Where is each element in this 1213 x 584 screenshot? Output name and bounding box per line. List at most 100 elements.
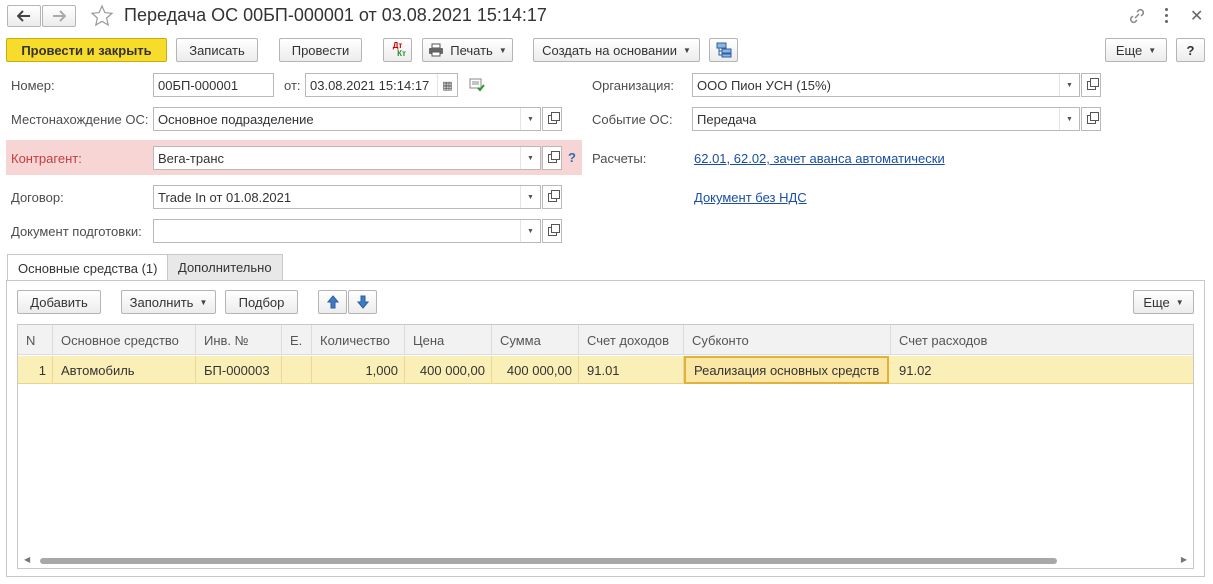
cell-unit[interactable]	[282, 356, 312, 384]
favorite-star-icon[interactable]	[90, 4, 114, 31]
counterparty-field[interactable]: Вега-транс ▼	[153, 146, 541, 170]
dropdown-arrow-icon[interactable]: ▼	[520, 186, 540, 208]
move-up-button[interactable]	[318, 290, 347, 314]
cell-qty[interactable]: 1,000	[312, 356, 405, 384]
dropdown-arrow-icon[interactable]: ▼	[1059, 74, 1079, 96]
arrow-down-icon	[356, 295, 369, 309]
dropdown-arrow-icon[interactable]: ▼	[520, 147, 540, 169]
tab-fixed-assets[interactable]: Основные средства (1)	[7, 254, 169, 281]
organization-open-button[interactable]	[1081, 73, 1101, 97]
vat-document-link[interactable]: Документ без НДС	[694, 190, 807, 205]
column-price[interactable]: Цена	[405, 325, 492, 355]
forward-button[interactable]	[42, 5, 76, 27]
document-check-icon[interactable]	[469, 78, 485, 95]
cell-inv[interactable]: БП-000003	[196, 356, 282, 384]
chevron-down-icon: ▼	[1175, 297, 1184, 307]
settlements-link[interactable]: 62.01, 62.02, зачет аванса автоматически	[694, 151, 945, 166]
select-button[interactable]: Подбор	[225, 290, 298, 314]
number-label: Номер:	[11, 78, 55, 93]
arrow-right-icon	[53, 10, 66, 22]
cell-income-account[interactable]: 91.01	[579, 356, 684, 384]
event-field[interactable]: Передача ▼	[692, 107, 1080, 131]
menu-dots-icon[interactable]	[1164, 6, 1170, 26]
open-icon	[547, 150, 560, 163]
arrow-up-icon	[326, 295, 339, 309]
number-field[interactable]: 00БП-000001	[153, 73, 274, 97]
open-icon	[547, 223, 560, 236]
chevron-down-icon: ▼	[498, 45, 507, 55]
column-inv[interactable]: Инв. №	[196, 325, 282, 355]
organization-field[interactable]: ООО Пион УСН (15%) ▼	[692, 73, 1080, 97]
column-qty[interactable]: Количество	[312, 325, 405, 355]
scroll-right-icon[interactable]: ▶	[1181, 555, 1187, 564]
dropdown-arrow-icon[interactable]: ▼	[520, 108, 540, 130]
column-unit[interactable]: Е.	[282, 325, 312, 355]
location-label: Местонахождение ОС:	[11, 112, 149, 127]
column-sum[interactable]: Сумма	[492, 325, 579, 355]
open-icon	[1086, 77, 1099, 90]
date-field[interactable]: 03.08.2021 15:14:17 ▦	[305, 73, 458, 97]
table-header: N Основное средство Инв. № Е. Количество…	[18, 325, 1193, 355]
post-button[interactable]: Провести	[279, 38, 362, 62]
contract-open-button[interactable]	[542, 185, 562, 209]
column-asset[interactable]: Основное средство	[53, 325, 196, 355]
arrow-left-icon	[17, 10, 30, 22]
event-label: Событие ОС:	[592, 112, 673, 127]
dt-kt-button[interactable]: Дт Кт	[383, 38, 412, 62]
dropdown-arrow-icon[interactable]: ▼	[1059, 108, 1079, 130]
prep-doc-field[interactable]: ▼	[153, 219, 541, 243]
tab-additional[interactable]: Дополнительно	[167, 254, 283, 280]
fixed-assets-table[interactable]: N Основное средство Инв. № Е. Количество…	[17, 324, 1194, 569]
post-and-close-button[interactable]: Провести и закрыть	[6, 38, 167, 62]
open-icon	[547, 189, 560, 202]
date-label: от:	[284, 78, 301, 93]
more-button[interactable]: Еще ▼	[1105, 38, 1167, 62]
chevron-down-icon: ▼	[1148, 45, 1157, 55]
location-field[interactable]: Основное подразделение ▼	[153, 107, 541, 131]
add-button[interactable]: Добавить	[17, 290, 101, 314]
prep-doc-open-button[interactable]	[542, 219, 562, 243]
structure-button[interactable]	[709, 38, 738, 62]
settlements-label: Расчеты:	[592, 151, 647, 166]
cell-price[interactable]: 400 000,00	[405, 356, 492, 384]
event-open-button[interactable]	[1081, 107, 1101, 131]
contract-label: Договор:	[11, 190, 64, 205]
counterparty-hint-icon[interactable]: ?	[568, 150, 576, 165]
back-button[interactable]	[7, 5, 41, 27]
calendar-icon[interactable]: ▦	[437, 74, 457, 96]
open-icon	[547, 111, 560, 124]
column-subconto[interactable]: Субконто	[684, 325, 891, 355]
horizontal-scrollbar[interactable]: ◀ ▶	[18, 554, 1193, 568]
counterparty-label: Контрагент:	[11, 151, 82, 166]
link-icon[interactable]	[1128, 7, 1146, 28]
help-button[interactable]: ?	[1176, 38, 1205, 62]
contract-field[interactable]: Trade In от 01.08.2021 ▼	[153, 185, 541, 209]
fill-button[interactable]: Заполнить ▼	[121, 290, 216, 314]
location-open-button[interactable]	[542, 107, 562, 131]
scroll-left-icon[interactable]: ◀	[24, 555, 30, 564]
cell-asset[interactable]: Автомобиль	[53, 356, 196, 384]
cell-n[interactable]: 1	[18, 356, 53, 384]
create-based-on-button[interactable]: Создать на основании ▼	[533, 38, 700, 62]
chevron-down-icon: ▼	[199, 297, 208, 307]
open-icon	[1086, 111, 1099, 124]
chevron-down-icon: ▼	[682, 45, 691, 55]
move-down-button[interactable]	[348, 290, 377, 314]
page-title: Передача ОС 00БП-000001 от 03.08.2021 15…	[124, 5, 547, 25]
column-n[interactable]: N	[18, 325, 53, 355]
dropdown-arrow-icon[interactable]: ▼	[520, 220, 540, 242]
close-icon[interactable]: ✕	[1190, 6, 1203, 26]
cell-expense-account[interactable]: 91.02	[891, 356, 1193, 384]
table-row[interactable]: 1 Автомобиль БП-000003 1,000 400 000,00 …	[18, 356, 1193, 384]
table-more-button[interactable]: Еще ▼	[1133, 290, 1194, 314]
cell-sum[interactable]: 400 000,00	[492, 356, 579, 384]
printer-icon	[429, 43, 444, 57]
cell-subconto[interactable]: Реализация основных средств	[684, 356, 889, 384]
scroll-thumb[interactable]	[40, 558, 1057, 564]
save-button[interactable]: Записать	[176, 38, 258, 62]
prep-doc-label: Документ подготовки:	[11, 224, 142, 239]
column-expense-account[interactable]: Счет расходов	[891, 325, 1193, 355]
print-button[interactable]: Печать ▼	[422, 38, 513, 62]
counterparty-open-button[interactable]	[542, 146, 562, 170]
column-income-account[interactable]: Счет доходов	[579, 325, 684, 355]
